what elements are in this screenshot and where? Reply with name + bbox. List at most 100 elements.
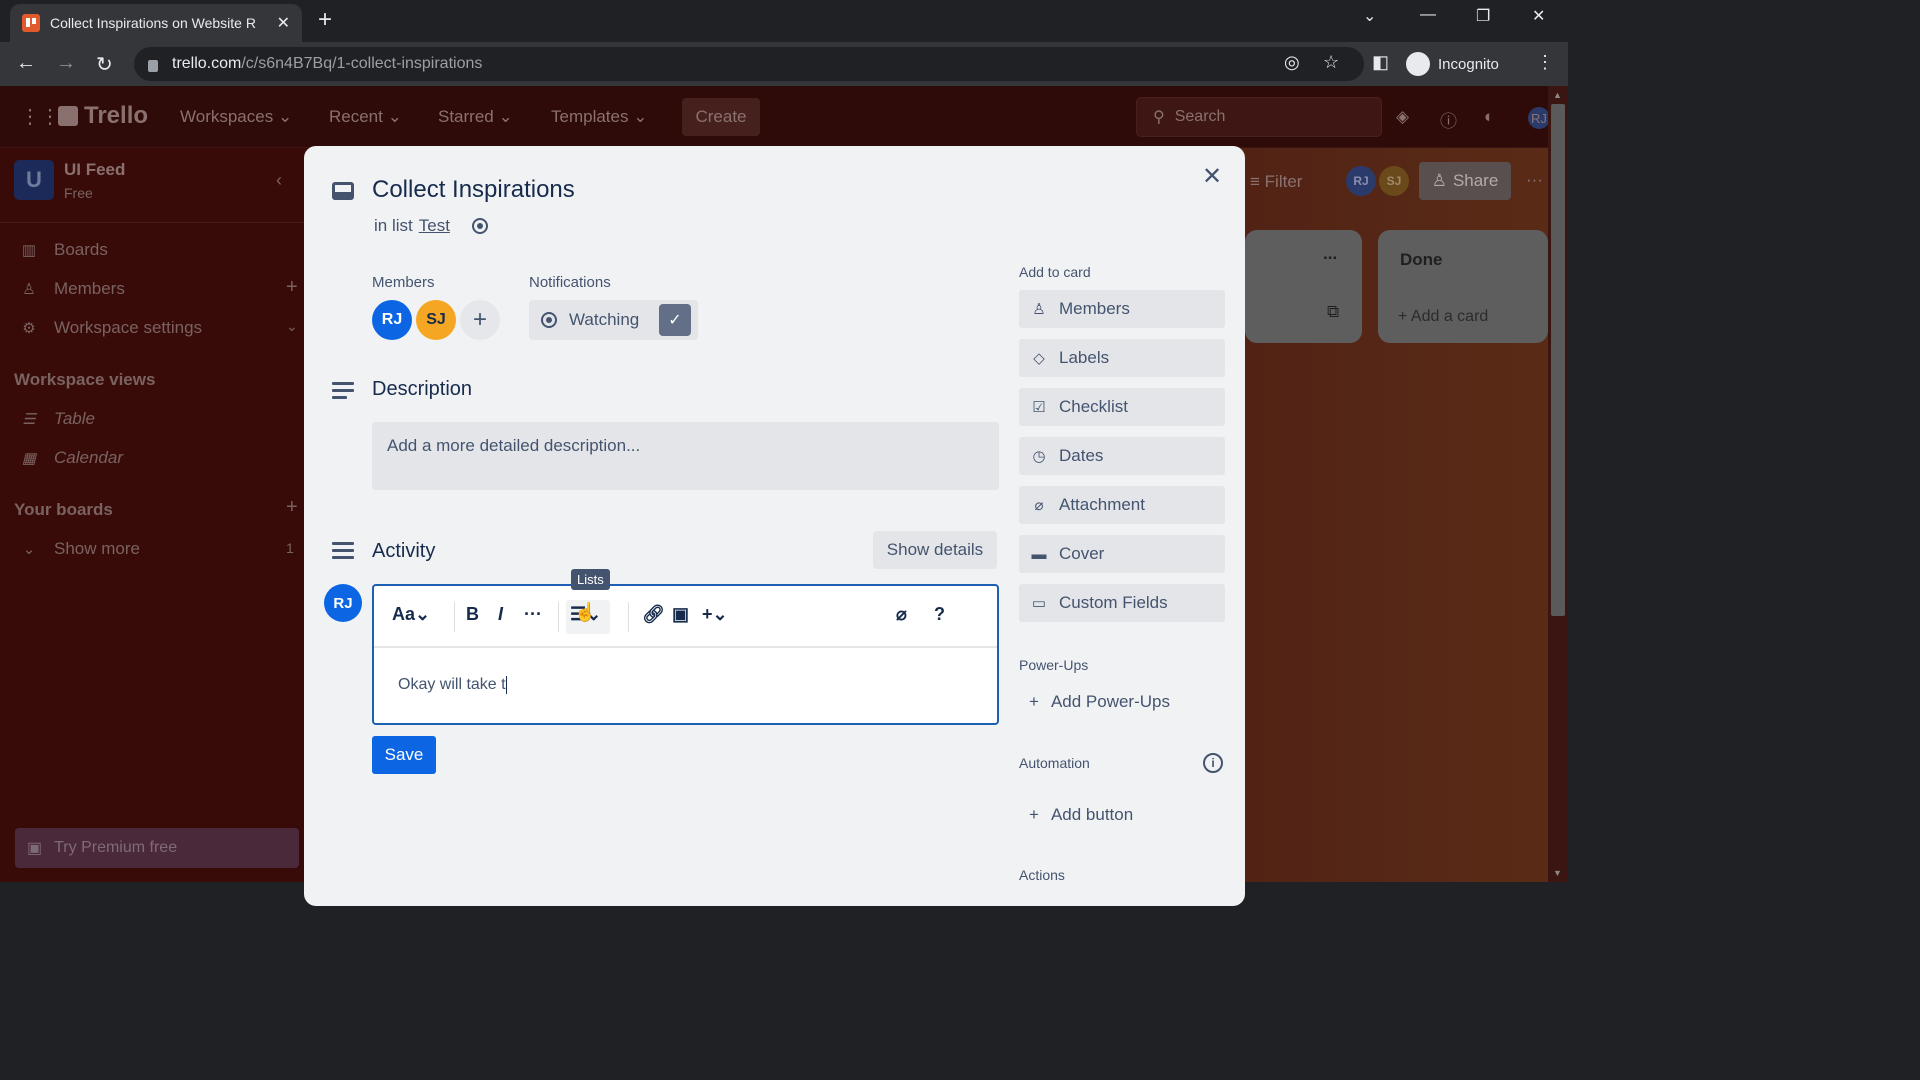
forward-icon[interactable]: →: [56, 52, 76, 75]
try-premium-button[interactable]: ▣ Try Premium free: [15, 828, 299, 868]
help-button[interactable]: ?: [934, 604, 945, 625]
more-formatting-button[interactable]: ···: [524, 604, 542, 625]
plus-icon: +: [1029, 805, 1039, 824]
show-more-button[interactable]: ⌄ Show more: [20, 539, 140, 559]
add-member-icon[interactable]: +: [286, 276, 298, 299]
add-attachment-button[interactable]: ⌀ Attachment: [1019, 486, 1225, 524]
board-menu-icon[interactable]: ···: [1526, 170, 1543, 190]
nav-recent[interactable]: Recent ⌄: [329, 107, 402, 127]
automation-heading: Automation: [1019, 755, 1090, 771]
search-input[interactable]: ⚲ Search: [1136, 97, 1382, 137]
members-label: Members: [372, 274, 435, 291]
bold-button[interactable]: B: [466, 604, 479, 625]
add-dates-button[interactable]: ◷ Dates: [1019, 437, 1225, 475]
new-tab-icon[interactable]: +: [318, 6, 332, 34]
nav-templates[interactable]: Templates ⌄: [551, 107, 647, 127]
filter-button[interactable]: ≡ Filter: [1250, 172, 1302, 192]
notifications-icon[interactable]: ◈: [1396, 107, 1409, 127]
scrollbar-thumb[interactable]: [1551, 104, 1565, 616]
share-button[interactable]: ♙ Share: [1419, 162, 1511, 200]
nav-workspaces[interactable]: Workspaces ⌄: [180, 107, 292, 127]
board-member-avatar[interactable]: SJ: [1379, 166, 1409, 196]
add-automation-button[interactable]: + Add button: [1029, 805, 1133, 825]
comment-text[interactable]: Okay will take t: [398, 676, 507, 694]
top-nav: ⋮⋮⋮ Trello Workspaces ⌄ Recent ⌄ Starred…: [0, 86, 1568, 148]
attachment-icon[interactable]: ⌀: [896, 604, 907, 625]
url-path: /c/s6n4B7Bq/1-collect-inspirations: [241, 55, 483, 72]
comment-editor[interactable]: Aa⌄ B I ··· ☰⌄ 🔗︎ ▣ +⌄ ⌀ ? Okay will tak…: [372, 584, 999, 725]
tracking-protection-icon[interactable]: ◎: [1284, 52, 1300, 73]
tab-search-chevron-icon[interactable]: ⌄: [1363, 6, 1376, 26]
card-title[interactable]: Collect Inspirations: [372, 176, 575, 204]
filter-label: Filter: [1264, 172, 1303, 191]
side-panel-icon[interactable]: ◧: [1372, 52, 1389, 73]
close-modal-icon[interactable]: ✕: [1202, 162, 1222, 191]
scroll-up-icon[interactable]: ▲: [1553, 90, 1562, 100]
sidebar-item-boards[interactable]: ▥ Boards: [20, 240, 108, 260]
chevron-down-icon: ⌄: [22, 541, 36, 558]
create-button[interactable]: Create: [682, 98, 760, 136]
link-icon[interactable]: 🔗︎: [642, 604, 665, 625]
trello-logo[interactable]: Trello: [58, 102, 148, 130]
add-members-button[interactable]: ♙ Members: [1019, 290, 1225, 328]
add-board-icon[interactable]: +: [286, 496, 298, 519]
sidebar-item-calendar[interactable]: ▦ Calendar: [20, 448, 123, 468]
nav-starred[interactable]: Starred ⌄: [438, 107, 513, 127]
insert-menu-button[interactable]: +⌄: [702, 604, 728, 625]
add-card-button[interactable]: + Add a card: [1398, 308, 1488, 326]
list-menu-icon[interactable]: ...: [1323, 244, 1337, 264]
sidebar-item-table[interactable]: ☰ Table: [20, 409, 95, 429]
checklist-icon: ☑: [1032, 399, 1046, 416]
sidebar-item-label: Boards: [54, 240, 108, 259]
tab-title: Collect Inspirations on Website R: [50, 15, 256, 31]
save-button[interactable]: Save: [372, 736, 436, 774]
bookmark-star-icon[interactable]: ☆: [1323, 52, 1339, 73]
add-labels-button[interactable]: ◇ Labels: [1019, 339, 1225, 377]
show-details-button[interactable]: Show details: [873, 531, 997, 569]
sidebar-item-label: Table: [54, 409, 95, 428]
italic-button[interactable]: I: [498, 604, 503, 625]
member-avatar-rj[interactable]: RJ: [372, 300, 412, 340]
help-icon[interactable]: ⓘ: [1440, 107, 1457, 132]
list-link[interactable]: Test: [419, 216, 450, 236]
add-power-ups-button[interactable]: + Add Power-Ups: [1029, 692, 1170, 712]
window-close-icon[interactable]: ✕: [1532, 6, 1545, 26]
list-title[interactable]: Done: [1400, 250, 1443, 270]
info-icon[interactable]: i: [1203, 753, 1223, 773]
tab-close-icon[interactable]: ✕: [277, 13, 290, 33]
minimize-icon[interactable]: —: [1420, 6, 1436, 24]
collapse-sidebar-icon[interactable]: ‹: [276, 170, 282, 191]
back-icon[interactable]: ←: [16, 52, 36, 75]
image-icon[interactable]: ▣: [672, 604, 689, 625]
sidebar-item-label: Calendar: [54, 448, 123, 467]
browser-tab[interactable]: Collect Inspirations on Website R ✕: [10, 4, 302, 42]
user-avatar[interactable]: RJ: [1528, 107, 1550, 129]
incognito-indicator[interactable]: Incognito: [1406, 48, 1499, 80]
text-style-button[interactable]: Aa⌄: [392, 604, 430, 625]
theme-icon[interactable]: ◐: [1484, 107, 1494, 127]
in-list-label: in list: [374, 216, 413, 235]
toolbar-divider: [558, 602, 559, 632]
member-avatar-sj[interactable]: SJ: [416, 300, 456, 340]
restore-icon[interactable]: ❐: [1476, 6, 1490, 26]
template-icon[interactable]: ⧉: [1327, 302, 1339, 322]
browser-menu-icon[interactable]: ⋮: [1536, 52, 1554, 73]
add-member-button[interactable]: +: [460, 300, 500, 340]
incognito-icon: [1406, 52, 1430, 76]
custom-fields-button[interactable]: ▭ Custom Fields: [1019, 584, 1225, 622]
chevron-down-icon[interactable]: ⌄: [286, 318, 298, 335]
scroll-down-icon[interactable]: ▼: [1553, 868, 1562, 878]
description-input[interactable]: Add a more detailed description...: [372, 422, 999, 490]
sidebar-item-members[interactable]: ♙ Members: [20, 279, 125, 299]
actions-heading: Actions: [1019, 867, 1065, 883]
workspace-views-heading: Workspace views: [14, 370, 156, 389]
reload-icon[interactable]: ↻: [96, 52, 113, 77]
add-cover-button[interactable]: ▬ Cover: [1019, 535, 1225, 573]
add-checklist-button[interactable]: ☑ Checklist: [1019, 388, 1225, 426]
board-member-avatar[interactable]: RJ: [1346, 166, 1376, 196]
comment-avatar: RJ: [324, 584, 362, 622]
text-caret: [505, 676, 507, 694]
sidebar-item-workspace-settings[interactable]: ⚙ Workspace settings: [20, 318, 202, 338]
address-bar[interactable]: trello.com /c/s6n4B7Bq/1-collect-inspira…: [134, 47, 1364, 81]
workspace-name[interactable]: UI Feed: [64, 160, 125, 180]
